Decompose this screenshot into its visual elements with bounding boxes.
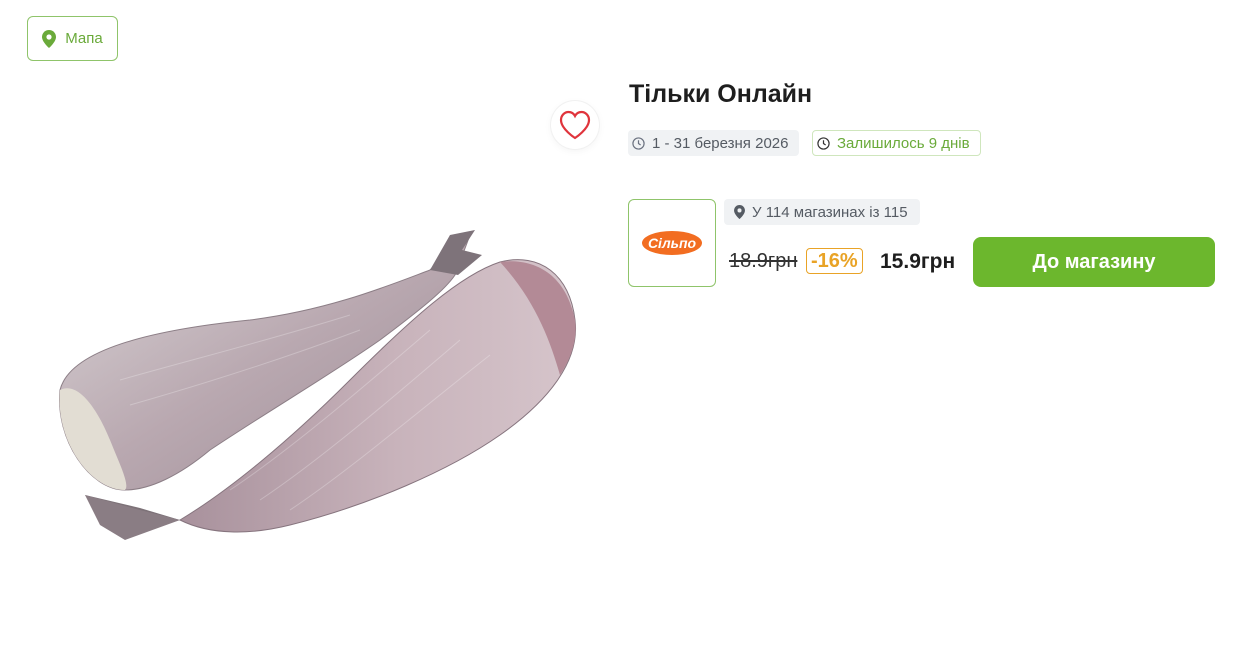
remaining-days-text: Залишилось 9 днів <box>837 134 970 152</box>
clock-icon <box>632 136 645 150</box>
map-button[interactable]: Мапа <box>27 16 118 61</box>
go-to-store-button[interactable]: До магазину <box>973 237 1215 287</box>
store-availability-badge: У 114 магазинах із 115 <box>724 199 920 225</box>
map-pin-icon <box>734 205 745 219</box>
discount-badge: -16% <box>806 248 863 274</box>
clock-icon <box>817 136 830 150</box>
date-range-text: 1 - 31 березня 2026 <box>652 134 789 152</box>
new-price: 15.9грн <box>880 250 956 273</box>
silpo-logo: Сільпо <box>642 231 702 255</box>
old-price: 18.9грн <box>729 250 798 272</box>
product-image <box>30 190 590 570</box>
store-logo-text: Сільпо <box>648 235 697 251</box>
map-pin-icon <box>42 29 57 48</box>
map-button-label: Мапа <box>65 30 103 47</box>
remaining-days-badge: Залишилось 9 днів <box>812 130 981 156</box>
date-range-badge: 1 - 31 березня 2026 <box>628 130 800 156</box>
store-availability-text: У 114 магазинах із 115 <box>752 203 908 221</box>
offer-title: Тільки Онлайн <box>629 80 813 108</box>
heart-icon <box>559 110 591 140</box>
favorite-button[interactable] <box>551 101 599 149</box>
store-logo[interactable]: Сільпо <box>628 199 716 287</box>
